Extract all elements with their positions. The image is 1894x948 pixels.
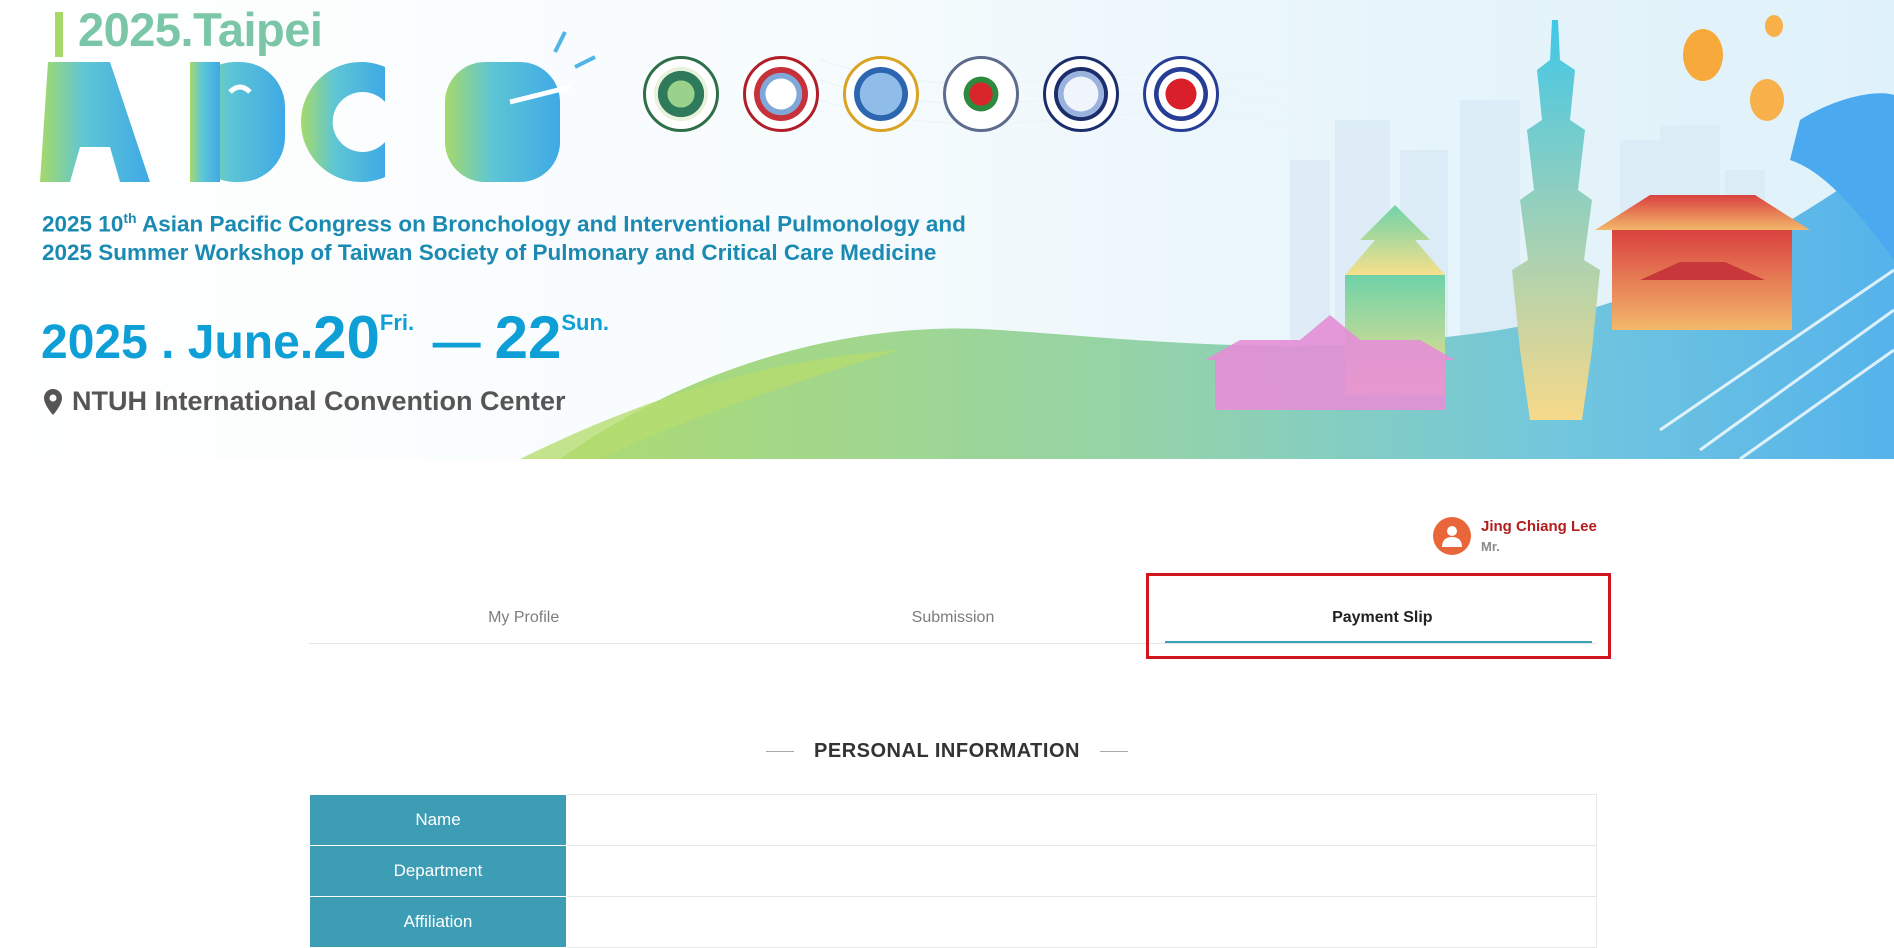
heading-divider-right <box>1099 751 1128 753</box>
user-icon <box>1442 526 1462 547</box>
table-row: Department <box>309 845 1597 897</box>
heading-divider-left <box>766 751 795 753</box>
section-heading: PERSONAL INFORMATION <box>0 740 1894 763</box>
congress-line1-prefix: 2025 10 <box>42 211 124 237</box>
date-end-day: Sun. <box>561 310 610 335</box>
blood-society-logo <box>1143 56 1219 132</box>
apab-logo <box>843 56 919 132</box>
conference-banner: 2025.Taipei 2025 10th Asian Pacific Cong… <box>0 0 1894 459</box>
user-title: Mr. <box>1481 539 1500 554</box>
location-pin-icon <box>44 388 62 415</box>
table-row: Name <box>309 794 1597 846</box>
society-heart-logo <box>943 56 1019 132</box>
personal-info-table: Name Department Affiliation <box>309 794 1597 948</box>
affiliation-value <box>566 896 1597 948</box>
date-end: 22 <box>494 304 562 371</box>
venue-name: NTUH International Convention Center <box>72 386 566 416</box>
table-row: Affiliation <box>309 896 1597 948</box>
user-profile[interactable]: Jing Chiang Lee Mr. <box>1433 517 1597 555</box>
date-start: 20 <box>313 304 380 371</box>
name-value <box>566 794 1597 846</box>
user-name: Jing Chiang Lee <box>1481 518 1597 535</box>
partner-logos <box>643 56 1219 132</box>
congress-line2: 2025 Summer Workshop of Taiwan Society o… <box>42 239 937 265</box>
date-start-day: Fri. <box>379 310 415 335</box>
department-value <box>566 845 1597 897</box>
tspccm-logo <box>643 56 719 132</box>
congress-line1-sup: th <box>123 210 137 226</box>
avatar[interactable] <box>1433 517 1471 555</box>
department-label: Department <box>309 845 567 897</box>
aabip-logo <box>743 56 819 132</box>
highlight-box <box>1146 573 1611 659</box>
date-dash: — <box>432 316 481 369</box>
congress-title: 2025 10th Asian Pacific Congress on Bron… <box>42 204 966 267</box>
tab-submission[interactable]: Submission <box>738 598 1167 643</box>
date-year: 2025 . June. <box>41 316 314 369</box>
affiliation-label: Affiliation <box>309 896 567 948</box>
apcb-logo <box>40 12 596 182</box>
thoracic-society-logo <box>1043 56 1119 132</box>
event-date: 2025 . June.20Fri. —22Sun. <box>41 308 609 368</box>
name-label: Name <box>309 794 567 846</box>
tab-my-profile[interactable]: My Profile <box>309 598 738 643</box>
congress-line1-rest: Asian Pacific Congress on Bronchology an… <box>136 211 966 237</box>
venue: NTUH International Convention Center <box>44 386 566 417</box>
section-title: PERSONAL INFORMATION <box>814 740 1080 762</box>
